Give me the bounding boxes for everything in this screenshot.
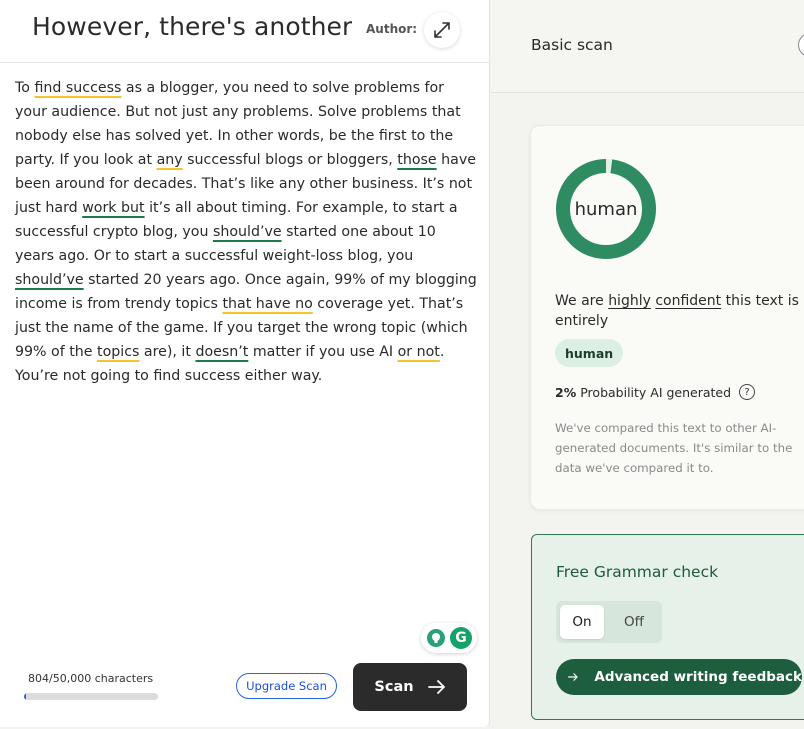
human-score-donut: human: [555, 158, 657, 260]
suggestion-underline[interactable]: topics: [97, 344, 139, 360]
document-title[interactable]: However, there's another st: [32, 12, 352, 46]
arrow-right-icon: [427, 680, 445, 694]
editor-panel: However, there's another st Author: To f…: [0, 0, 490, 727]
character-progress-bar: [24, 693, 158, 700]
scan-button[interactable]: Scan: [353, 663, 467, 711]
expand-arrows-icon: [434, 22, 450, 38]
results-header: Basic scan: [491, 0, 804, 93]
suggestion-underline[interactable]: any: [157, 152, 183, 168]
grammarly-g-icon[interactable]: G: [450, 627, 472, 649]
ai-probability-label: Probability AI generated: [580, 384, 732, 400]
upgrade-scan-button[interactable]: Upgrade Scan: [236, 673, 337, 699]
donut-label: human: [574, 198, 638, 220]
advanced-writing-feedback-button[interactable]: Advanced writing feedback: [556, 659, 802, 695]
editor-header: However, there's another st Author:: [0, 0, 490, 63]
text-run: successful blogs or bloggers,: [182, 152, 398, 168]
arrow-right-icon: [568, 673, 578, 681]
toggle-on-option[interactable]: On: [560, 605, 604, 639]
advanced-writing-feedback-label: Advanced writing feedback: [594, 669, 802, 685]
suggestion-underline[interactable]: that have no: [222, 296, 312, 312]
result-card: human We are highly confident this text …: [530, 125, 804, 510]
grammar-check-title: Free Grammar check: [556, 563, 719, 581]
suggestion-underline[interactable]: or not: [398, 344, 440, 360]
text-run: matter if you use AI: [248, 344, 398, 360]
comparison-note: We've compared this text to other AI-gen…: [555, 421, 793, 475]
header-toggle-button[interactable]: [798, 33, 804, 57]
text-run: To: [15, 80, 35, 96]
suggestion-underline[interactable]: doesn’t: [195, 344, 248, 360]
lightbulb-icon[interactable]: [427, 629, 445, 647]
editor-textarea[interactable]: To find success as a blogger, you need t…: [15, 76, 477, 388]
ai-probability: 2% Probability AI generated ?: [555, 384, 756, 400]
character-progress-fill: [24, 693, 27, 700]
verdict-confident: confident: [655, 293, 722, 309]
character-count: 804/50,000 characters: [28, 672, 154, 685]
scan-button-label: Scan: [374, 679, 414, 695]
human-badge: human: [555, 339, 624, 367]
verdict-highly: highly: [608, 293, 651, 309]
grammar-check-card: Free Grammar check On Off Advanced writi…: [531, 534, 804, 720]
verdict-prefix: We are: [555, 293, 609, 309]
suggestion-underline[interactable]: work but: [82, 200, 144, 216]
author-label: Author:: [366, 22, 418, 36]
suggestion-underline[interactable]: should’ve: [213, 224, 282, 240]
suggestion-underline[interactable]: should’ve: [15, 272, 84, 288]
grammarly-widget[interactable]: G: [421, 623, 477, 653]
suggestion-underline[interactable]: those: [397, 152, 436, 168]
text-run: are), it: [139, 344, 196, 360]
grammar-toggle[interactable]: On Off: [556, 601, 662, 643]
help-icon[interactable]: ?: [739, 384, 756, 400]
suggestion-underline[interactable]: find success: [34, 80, 121, 96]
scan-mode-title: Basic scan: [531, 36, 613, 54]
ai-probability-value: 2%: [555, 384, 577, 400]
verdict-text: We are highly confident this text is ent…: [555, 291, 804, 331]
expand-button[interactable]: [424, 12, 460, 48]
toggle-off-option[interactable]: Off: [612, 605, 656, 639]
